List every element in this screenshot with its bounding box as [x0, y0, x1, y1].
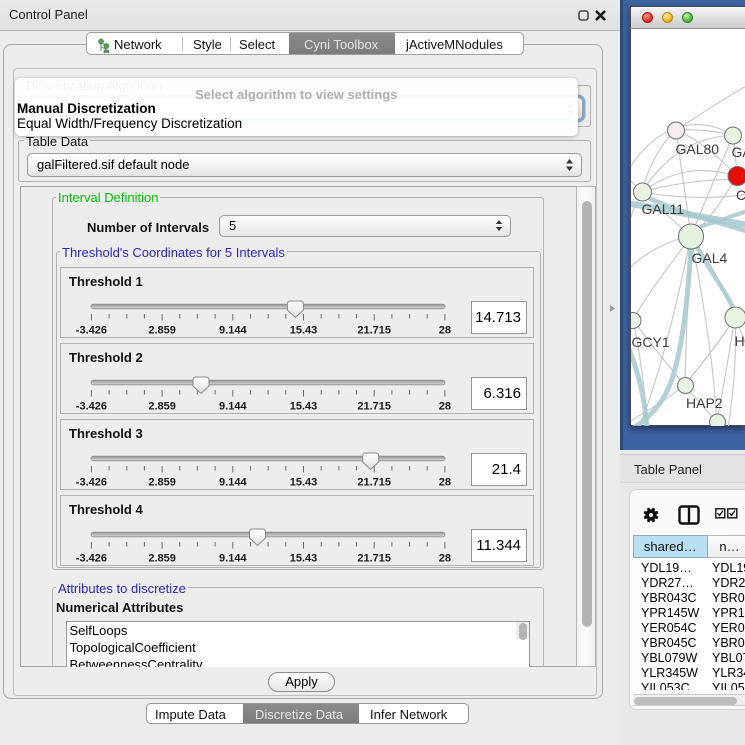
svg-text:2.859: 2.859 [148, 401, 176, 413]
svg-text:HAP1: HAP1 [735, 333, 745, 349]
svg-text:GAL80: GAL80 [676, 141, 720, 157]
svg-text:2.859: 2.859 [148, 477, 176, 489]
svg-text:15.43: 15.43 [290, 477, 318, 489]
svg-text:-3.426: -3.426 [76, 325, 107, 337]
svg-text:-3.426: -3.426 [76, 552, 107, 564]
svg-text:2.859: 2.859 [148, 552, 176, 564]
svg-text:GAL7: GAL7 [732, 144, 745, 160]
svg-text:GCY1: GCY1 [632, 334, 670, 350]
svg-text:9.144: 9.144 [219, 477, 247, 489]
svg-text:15.43: 15.43 [290, 401, 318, 413]
svg-text:2.859: 2.859 [148, 325, 176, 337]
svg-text:15.43: 15.43 [290, 552, 318, 564]
svg-text:28: 28 [439, 477, 451, 489]
svg-text:28: 28 [439, 552, 451, 564]
svg-text:9.144: 9.144 [219, 401, 247, 413]
svg-text:GAL4: GAL4 [692, 250, 728, 266]
svg-text:9.144: 9.144 [219, 552, 247, 564]
svg-text:21.715: 21.715 [357, 552, 391, 564]
svg-text:21.715: 21.715 [357, 401, 391, 413]
svg-text:HAP2: HAP2 [686, 395, 723, 411]
svg-text:15.43: 15.43 [290, 325, 318, 337]
svg-text:-3.426: -3.426 [76, 477, 107, 489]
svg-text:-3.426: -3.426 [76, 401, 107, 413]
svg-text:21.715: 21.715 [357, 325, 391, 337]
svg-text:9.144: 9.144 [219, 325, 247, 337]
svg-text:21.715: 21.715 [357, 477, 391, 489]
svg-text:28: 28 [439, 325, 451, 337]
svg-text:CY: CY [736, 187, 745, 203]
svg-text:28: 28 [439, 401, 451, 413]
svg-text:GAL11: GAL11 [642, 201, 685, 217]
